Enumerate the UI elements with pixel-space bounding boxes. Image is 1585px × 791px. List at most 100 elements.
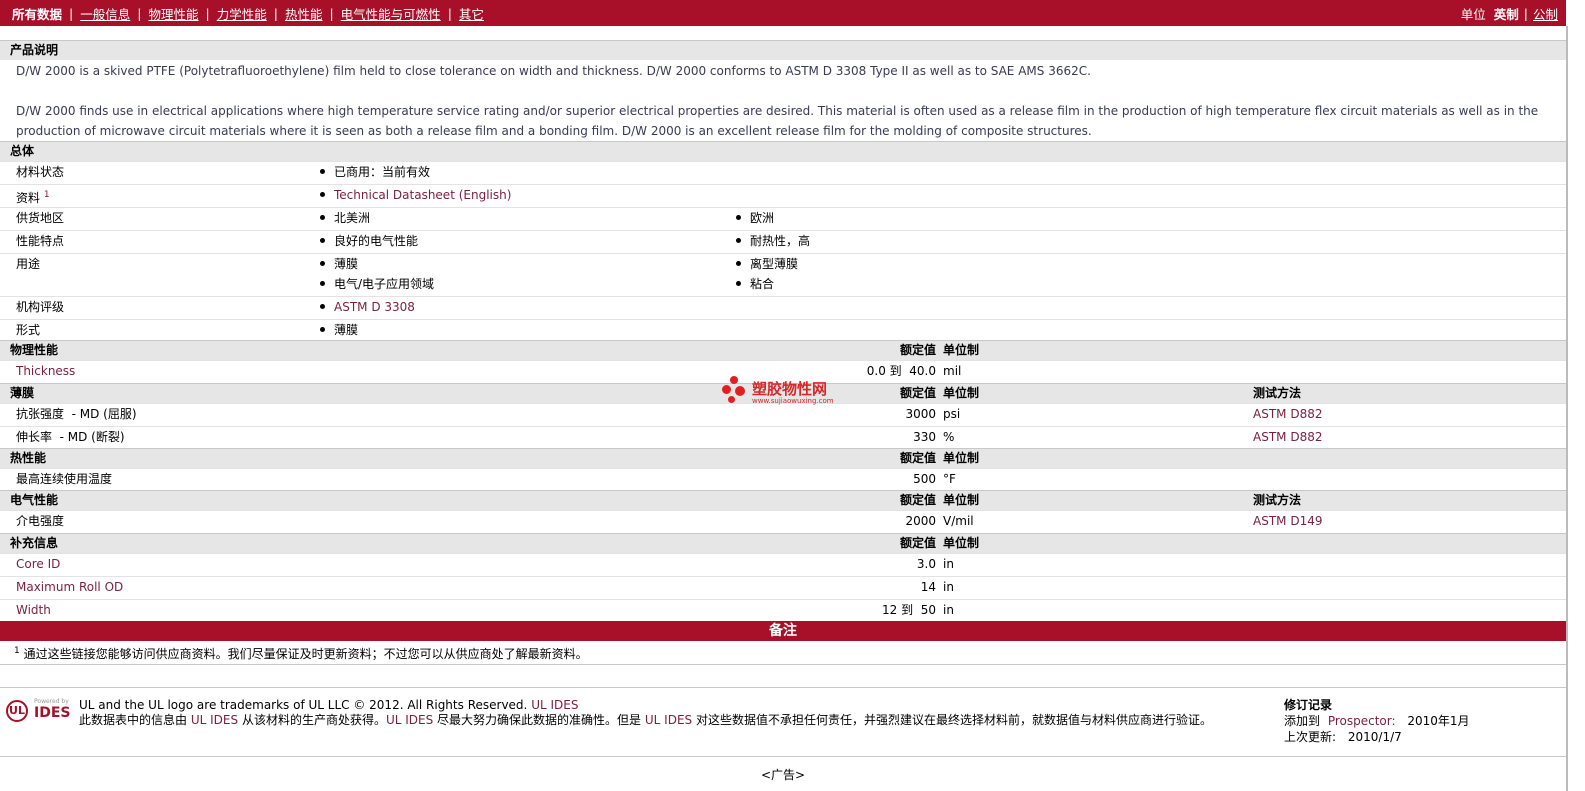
col-nominal: 额定值 <box>899 386 936 400</box>
row-label[interactable]: Width <box>16 600 51 621</box>
bullet-icon <box>320 281 325 286</box>
bullet-item: 薄膜 <box>320 254 358 275</box>
row-unit: % <box>943 430 955 444</box>
nav-thermal[interactable]: 热性能 <box>285 4 323 23</box>
bullet-icon <box>320 304 325 309</box>
bullet-icon <box>320 169 325 174</box>
notes-header: 备注 <box>0 621 1566 641</box>
nav-separator: | <box>137 5 142 21</box>
description-paragraph: D/W 2000 finds use in electrical applica… <box>16 104 1539 138</box>
added-label: 添加到 <box>1284 714 1321 728</box>
col-nominal: 额定值 <box>899 493 936 507</box>
row-label: 用途 <box>16 257 41 271</box>
bullet-icon <box>736 281 741 286</box>
nav-separator: | <box>205 5 210 21</box>
ul-ides-link[interactable]: UL IDES <box>645 713 692 727</box>
nav-separator: | <box>273 5 278 21</box>
section-title: 热性能 <box>10 451 47 465</box>
section-header-general: 总体 <box>0 141 1566 161</box>
section-header-additional: 补充信息 额定值 单位制 <box>0 533 1566 553</box>
revision-title: 修订记录 <box>1284 698 1333 712</box>
nav-general-info[interactable]: 一般信息 <box>80 4 130 23</box>
datasheet-link[interactable]: Technical Datasheet (English) <box>334 188 511 202</box>
bullet-text[interactable]: ASTM D 3308 <box>334 300 415 314</box>
row-value: 3000 <box>905 407 936 421</box>
row-unit: mil <box>943 364 962 378</box>
ul-ides-logo[interactable]: UL Powered by IDES <box>6 698 70 728</box>
bullet-item: 离型薄膜 <box>736 254 798 275</box>
disclaimer-text: 此数据表中的信息由 <box>79 713 188 727</box>
table-row: 机构评级 ASTM D 3308 <box>0 296 1566 319</box>
row-label: 机构评级 <box>16 300 65 314</box>
nav-physical[interactable]: 物理性能 <box>148 4 198 23</box>
trademark-text: UL and the UL logo are trademarks of UL … <box>79 698 528 712</box>
row-label: 供货地区 <box>16 211 65 225</box>
col-unit: 单位制 <box>943 386 980 400</box>
row-label: 最高连续使用温度 <box>16 472 113 486</box>
ul-ides-link[interactable]: UL IDES <box>386 713 433 727</box>
col-unit: 单位制 <box>943 343 980 357</box>
watermark-url: www.sujiaowuxing.com <box>752 397 834 405</box>
section-header-electrical: 电气性能 额定值 单位制 测试方法 <box>0 490 1566 510</box>
nav-other[interactable]: 其它 <box>459 4 484 23</box>
test-method-link[interactable]: ASTM D149 <box>1253 511 1322 532</box>
unit-switcher: 单位 英制 | 公制 <box>1461 4 1558 23</box>
logo-powered-by: Powered by <box>34 698 69 705</box>
test-method-link[interactable]: ASTM D882 <box>1253 404 1322 425</box>
bullet-text: 欧洲 <box>750 211 775 225</box>
table-row: Width 12 到 50 in <box>0 599 1566 622</box>
nav-separator: | <box>69 5 74 21</box>
col-nominal: 额定值 <box>899 536 936 550</box>
row-value: 12 到 50 <box>882 603 936 617</box>
table-row: 资料 1 Technical Datasheet (English) <box>0 184 1566 207</box>
logo-ides: IDES <box>34 705 71 721</box>
updated-label: 上次更新: <box>1284 730 1337 744</box>
bullet-text: 粘合 <box>750 277 775 291</box>
ad-label: <广告> <box>760 768 806 782</box>
bullet-icon <box>736 261 741 266</box>
row-label[interactable]: Core ID <box>16 554 60 575</box>
row-label: 材料状态 <box>16 165 65 179</box>
disclaimer: 此数据表中的信息由 UL IDES 从该材料的生产商处获得。UL IDES 尽最… <box>79 713 1269 728</box>
nav-separator: | <box>1523 5 1528 21</box>
table-row: 性能特点 良好的电气性能 耐热性，高 <box>0 230 1566 253</box>
nav-electrical[interactable]: 电气性能与可燃性 <box>341 4 441 23</box>
disclaimer-text: 对这些数据值不承担任何责任，并强烈建议在最终选择材料前，就数据值与材料供应商进行… <box>695 713 1212 727</box>
bullet-item: 粘合 <box>736 274 774 295</box>
footnote-ref[interactable]: 1 <box>44 190 50 200</box>
prospector-link[interactable]: Prospector: <box>1328 714 1396 728</box>
section-title: 总体 <box>10 144 35 158</box>
unit-metric[interactable]: 公制 <box>1533 4 1558 23</box>
unit-english[interactable]: 英制 <box>1494 4 1519 23</box>
nav-separator: | <box>447 5 452 21</box>
row-unit: °F <box>943 472 956 486</box>
table-row: Core ID 3.0 in <box>0 553 1566 576</box>
table-row: 用途 薄膜 电气/电子应用领域 离型薄膜 粘合 <box>0 253 1566 296</box>
bullet-text: 离型薄膜 <box>750 257 799 271</box>
added-date: 2010年1月 <box>1407 714 1470 728</box>
bullet-text: 良好的电气性能 <box>334 234 419 248</box>
section-title: 电气性能 <box>10 493 59 507</box>
table-row: 介电强度 2000 V/mil ASTM D149 <box>0 510 1566 533</box>
nav-all-data[interactable]: 所有数据 <box>12 4 62 23</box>
bullet-item: 北美洲 <box>320 208 370 229</box>
bullet-item: 已商用：当前有效 <box>320 162 430 183</box>
bullet-item: Technical Datasheet (English) <box>320 185 511 206</box>
nav-mechanical[interactable]: 力学性能 <box>217 4 267 23</box>
divider <box>0 687 1566 688</box>
row-label[interactable]: Thickness <box>16 361 75 382</box>
bullet-item: 薄膜 <box>320 320 358 341</box>
row-label[interactable]: Maximum Roll OD <box>16 577 123 598</box>
table-row: 材料状态 已商用：当前有效 <box>0 161 1566 184</box>
bullet-text: 已商用：当前有效 <box>334 165 431 179</box>
section-header-physical: 物理性能 额定值 单位制 <box>0 340 1566 360</box>
bullet-item: 良好的电气性能 <box>320 231 418 252</box>
col-test-method: 测试方法 <box>1253 386 1302 400</box>
row-value: 0.0 到 40.0 <box>866 364 936 378</box>
description-paragraph: D/W 2000 is a skived PTFE (Polytetrafluo… <box>16 64 1091 78</box>
col-unit: 单位制 <box>943 493 980 507</box>
test-method-link[interactable]: ASTM D882 <box>1253 427 1322 448</box>
watermark: 塑胶物性网 www.sujiaowuxing.com <box>722 376 862 410</box>
ul-ides-link[interactable]: UL IDES <box>191 713 238 727</box>
ul-ides-link[interactable]: UL IDES <box>531 698 578 712</box>
